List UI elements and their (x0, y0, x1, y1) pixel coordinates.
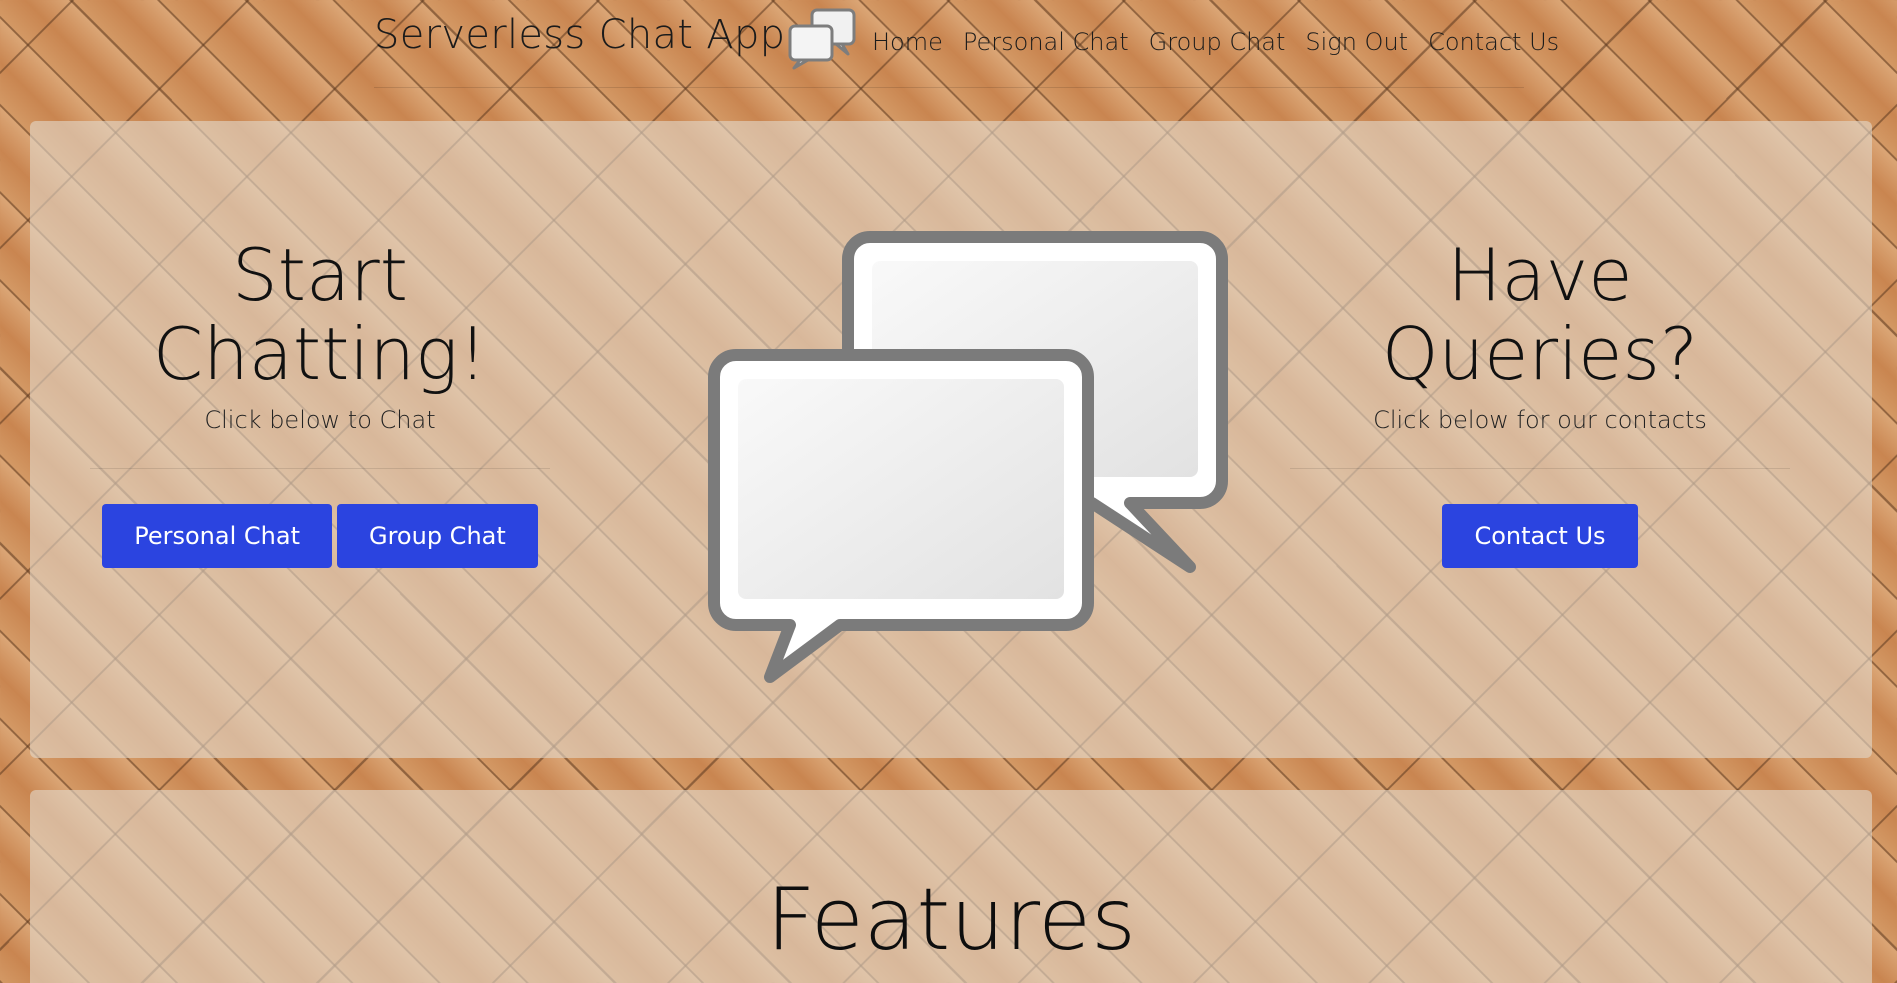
section-divider (90, 468, 550, 470)
start-chatting-subtitle: Click below to Chat (204, 406, 436, 435)
nav-contact-us[interactable]: Contact Us (1428, 28, 1559, 56)
have-queries-title: Have Queries? (1381, 233, 1699, 397)
chat-bubbles-icon (708, 231, 1228, 683)
nav-divider (374, 87, 1524, 88)
nav-group-chat[interactable]: Group Chat (1149, 28, 1286, 56)
section-divider (1290, 468, 1790, 470)
have-queries-subtitle: Click below for our contacts (1373, 406, 1707, 435)
features-panel: Features (30, 790, 1872, 983)
nav-home[interactable]: Home (872, 28, 943, 56)
start-chatting-title: Start Chatting! (152, 233, 488, 397)
contact-us-button[interactable]: Contact Us (1442, 504, 1638, 569)
features-title: Features (766, 870, 1136, 970)
nav-links: Home Personal Chat Group Chat Sign Out C… (872, 28, 1559, 56)
chat-buttons: Personal Chat Group Chat (90, 504, 550, 569)
nav-sign-out[interactable]: Sign Out (1305, 28, 1408, 56)
contact-buttons: Contact Us (1290, 504, 1790, 569)
group-chat-button[interactable]: Group Chat (336, 504, 538, 569)
nav-personal-chat[interactable]: Personal Chat (963, 28, 1129, 56)
personal-chat-button[interactable]: Personal Chat (102, 504, 332, 569)
have-queries-section: Have Queries? Click below for our contac… (1290, 233, 1790, 569)
chat-bubbles-icon (788, 8, 856, 70)
navbar: Serverless Chat App Home Personal Chat G… (0, 0, 1897, 90)
start-chatting-section: Start Chatting! Click below to Chat Pers… (90, 233, 550, 569)
brand-title[interactable]: Serverless Chat App (374, 12, 785, 58)
hero-panel: Start Chatting! Click below to Chat Pers… (30, 121, 1872, 758)
